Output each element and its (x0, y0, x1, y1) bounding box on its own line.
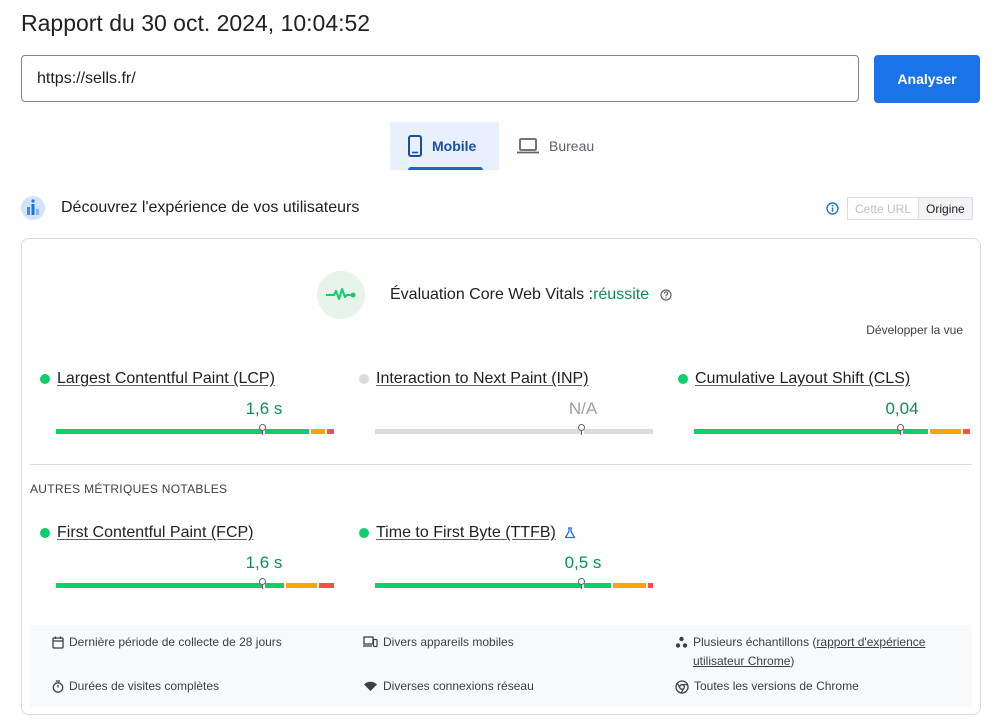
status-dot-none (359, 374, 369, 384)
metric-cls-distribution-bar (694, 429, 972, 434)
chrome-versions: Toutes les versions de Chrome (675, 677, 859, 696)
metric-fcp-marker (259, 578, 266, 589)
core-web-vitals-icon (317, 271, 365, 319)
tab-desktop-label: Bureau (549, 138, 595, 154)
metric-inp: Interaction to Next Paint (INP) N/A (359, 369, 653, 435)
metric-ttfb: Time to First Byte (TTFB) 0,5 s (359, 523, 653, 589)
url-input[interactable] (21, 55, 859, 102)
samples-prefix: Plusieurs échantillons ( (693, 635, 817, 649)
metric-cls-value: 0,04 (885, 399, 919, 418)
toggle-this-url[interactable]: Cette URL (848, 198, 919, 219)
report-title: Rapport du 30 oct. 2024, 10:04:52 (21, 10, 371, 36)
samples-icon (675, 636, 688, 648)
divider (30, 464, 972, 465)
devices-text: Divers appareils mobiles (383, 635, 514, 649)
metric-cls: Cumulative Layout Shift (CLS) 0,04 (678, 369, 970, 435)
metric-ttfb-marker (578, 578, 585, 589)
cwv-assessment-label: Évaluation Core Web Vitals : (390, 286, 594, 303)
smartphone-icon (408, 135, 422, 157)
crux-section-title: Découvrez l'expérience de vos utilisateu… (61, 199, 360, 216)
cwv-assessment-result: réussite (593, 286, 650, 303)
calendar-icon (52, 636, 64, 649)
metric-fcp-distribution-bar (56, 583, 334, 588)
laptop-icon (517, 138, 539, 154)
status-dot-good (678, 374, 688, 384)
samples-info: Plusieurs échantillons (rapport d'expéri… (675, 633, 965, 671)
visit-durations: Durées de visites complètes (52, 677, 219, 696)
info-icon[interactable] (826, 202, 839, 215)
metric-inp-value: N/A (568, 399, 598, 418)
metric-cls-marker (897, 424, 904, 435)
network-text: Diverses connexions réseau (383, 679, 534, 693)
crux-logo-icon (21, 196, 45, 220)
flask-icon (564, 527, 576, 539)
metric-fcp: First Contentful Paint (FCP) 1,6 s (40, 523, 334, 589)
metric-inp-marker (578, 424, 585, 435)
metric-ttfb-value: 0,5 s (564, 553, 602, 572)
expand-view-link[interactable]: Développer la vue (866, 323, 963, 337)
devices-info: Divers appareils mobiles (363, 633, 514, 652)
status-dot-good (40, 374, 50, 384)
wifi-icon (364, 681, 377, 691)
status-dot-good (40, 528, 50, 538)
metric-fcp-value: 1,6 s (245, 553, 283, 572)
tab-mobile-label: Mobile (432, 138, 477, 154)
metric-ttfb-name[interactable]: Time to First Byte (TTFB) (376, 524, 556, 542)
chrome-icon (675, 680, 689, 694)
metric-ttfb-distribution-bar (375, 583, 653, 588)
metric-lcp-name[interactable]: Largest Contentful Paint (LCP) (57, 370, 275, 388)
metric-inp-distribution-bar (375, 429, 653, 434)
collection-period-text: Dernière période de collecte de 28 jours (69, 635, 282, 649)
tab-desktop[interactable]: Bureau (499, 122, 610, 170)
metric-lcp: Largest Contentful Paint (LCP) 1,6 s (40, 369, 334, 435)
visit-durations-text: Durées de visites complètes (69, 679, 220, 693)
collection-period: Dernière période de collecte de 28 jours (52, 633, 282, 652)
device-tabs: Mobile Bureau (390, 122, 610, 170)
devices-icon (363, 636, 378, 648)
samples-suffix: ) (790, 654, 795, 668)
help-icon[interactable] (659, 289, 672, 301)
chrome-versions-text: Toutes les versions de Chrome (694, 679, 859, 693)
metric-lcp-value: 1,6 s (245, 399, 283, 418)
stopwatch-icon (52, 680, 64, 693)
metric-lcp-marker (259, 424, 266, 435)
url-origin-toggle: Cette URL Origine (847, 197, 973, 220)
field-data-card: Évaluation Core Web Vitals :réussite Dév… (21, 238, 981, 715)
tab-mobile[interactable]: Mobile (390, 122, 499, 170)
metric-fcp-name[interactable]: First Contentful Paint (FCP) (57, 524, 254, 542)
analyze-button[interactable]: Analyser (874, 55, 980, 103)
crux-section-header: Découvrez l'expérience de vos utilisateu… (21, 195, 981, 223)
samples-text: Plusieurs échantillons (rapport d'expéri… (693, 633, 965, 671)
cwv-assessment: Évaluation Core Web Vitals :réussite (390, 286, 672, 304)
metric-cls-name[interactable]: Cumulative Layout Shift (CLS) (695, 370, 910, 388)
network-info: Diverses connexions réseau (363, 677, 534, 696)
status-dot-good (359, 528, 369, 538)
toggle-origin[interactable]: Origine (918, 198, 972, 219)
metric-inp-name[interactable]: Interaction to Next Paint (INP) (376, 370, 589, 388)
data-collection-info: Dernière période de collecte de 28 jours… (30, 625, 972, 707)
other-metrics-heading: AUTRES MÉTRIQUES NOTABLES (30, 482, 228, 496)
metric-lcp-distribution-bar (56, 429, 334, 434)
